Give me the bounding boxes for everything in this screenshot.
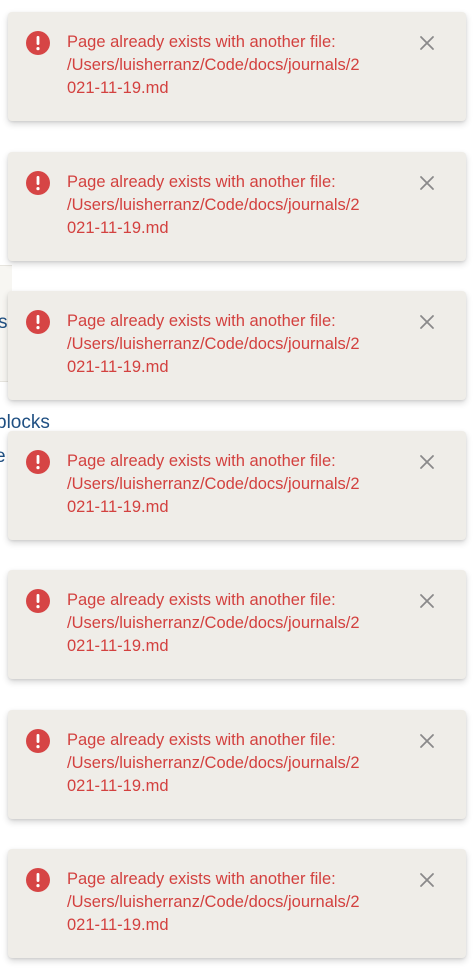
notification-message-line: Page already exists with another file: [67,312,336,330]
exclamation-circle-icon [26,449,50,474]
notification-message-line: /Users/luisherranz/Code/docs/journals/2 [67,753,360,772]
close-notification-button[interactable] [416,32,438,54]
notification-message-line: /Users/luisherranz/Code/docs/journals/2 [67,335,360,353]
notification-message-line: 021-11-19.md [67,358,169,376]
background-link-fragment[interactable]: s [0,312,8,334]
notification-message-line: 021-11-19.md [67,916,169,934]
notification-message: Page already exists with another file: /… [67,31,407,100]
error-notification: Page already exists with another file: /… [8,430,466,540]
notification-message: Page already exists with another file: /… [67,589,407,658]
notification-message: Page already exists with another file: /… [67,171,407,240]
error-notification: Page already exists with another file: /… [8,12,466,121]
error-notification: Page already exists with another file: /… [8,709,466,819]
exclamation-circle-icon [26,310,50,334]
notification-message-line: Page already exists with another file: [67,870,336,888]
notification-message-line: /Users/luisherranz/Code/docs/journals/2 [67,56,360,74]
notification-message-line: 021-11-19.md [67,637,169,655]
notification-message-line: 021-11-19.md [67,218,169,237]
error-notification: Page already exists with another file: /… [8,849,466,958]
notification-message-line: Page already exists with another file: [67,591,336,609]
exclamation-circle-icon [26,170,50,195]
close-icon [420,175,434,190]
notification-message-line: Page already exists with another file: [67,451,336,470]
notification-message-line: /Users/luisherranz/Code/docs/journals/2 [67,195,360,214]
close-notification-button[interactable] [416,869,438,891]
close-notification-button[interactable] [416,311,438,333]
close-icon [420,873,434,887]
exclamation-circle-icon [26,589,50,613]
app-window: ( s blocks e Page already exists with an… [0,0,474,975]
notification-message-line: Page already exists with another file: [67,730,336,749]
error-notification: Page already exists with another file: /… [8,570,466,679]
error-notification: Page already exists with another file: /… [8,151,466,261]
close-notification-button[interactable] [416,451,438,473]
exclamation-circle-icon [26,728,50,753]
close-icon [420,594,434,608]
exclamation-circle-icon [26,868,50,892]
background-link-fragment[interactable]: e [0,446,6,468]
close-icon [420,454,434,469]
error-notification: Page already exists with another file: /… [8,291,466,400]
notification-message-line: Page already exists with another file: [67,33,336,51]
notification-message-line: Page already exists with another file: [67,172,336,191]
notification-message-line: 021-11-19.md [67,497,169,516]
notification-message-line: /Users/luisherranz/Code/docs/journals/2 [67,614,360,632]
close-icon [420,315,434,329]
notification-message: Page already exists with another file: /… [67,310,407,379]
notification-message-line: 021-11-19.md [67,776,169,795]
notification-message-line: 021-11-19.md [67,79,169,97]
notification-stack: Page already exists with another file: /… [8,12,474,975]
notification-message: Page already exists with another file: /… [67,729,407,798]
close-icon [420,36,434,50]
exclamation-circle-icon [26,31,50,55]
notification-message-line: /Users/luisherranz/Code/docs/journals/2 [67,893,360,911]
notification-message: Page already exists with another file: /… [67,450,407,519]
close-notification-button[interactable] [416,172,438,194]
close-icon [420,733,434,748]
notification-message-line: /Users/luisherranz/Code/docs/journals/2 [67,474,360,493]
notification-message: Page already exists with another file: /… [67,868,407,937]
close-notification-button[interactable] [416,730,438,752]
close-notification-button[interactable] [416,590,438,612]
